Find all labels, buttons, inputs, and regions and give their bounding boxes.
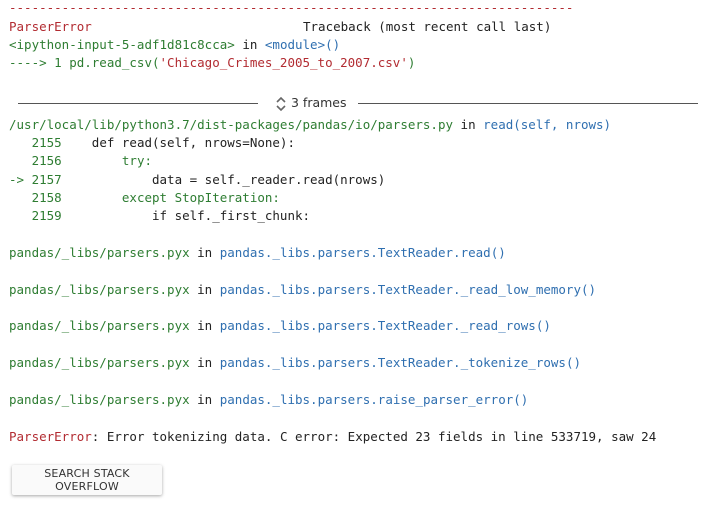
code-line: 2155 def read(self, nrows=None): <box>31 135 295 150</box>
frame-header: /usr/local/lib/python3.7/dist-packages/p… <box>9 117 612 132</box>
input-reference: <ipython-input-5-adf1d81c8cca> <box>9 37 235 52</box>
traceback-call-line: ----> 1 pd.read_csv('Chicago_Crimes_2005… <box>9 55 416 70</box>
code-line-current: -> 2157 data = self._reader.read(nrows) <box>9 172 386 187</box>
code-line: 2159 if self._first_chunk: <box>31 208 311 223</box>
frames-divider-right <box>358 103 698 104</box>
module-reference: <module>() <box>264 37 341 52</box>
traceback-title: Traceback (most recent call last) <box>303 19 552 34</box>
frames-divider-left <box>18 103 258 104</box>
frame-func: read <box>483 117 514 132</box>
unfold-icon <box>276 96 286 111</box>
cython-frame: pandas/_libs/parsers.pyx in pandas._libs… <box>9 318 551 333</box>
error-message: : Error tokenizing data. C error: Expect… <box>91 429 657 444</box>
cython-frame: pandas/_libs/parsers.pyx in pandas._libs… <box>9 282 597 297</box>
cython-frame: pandas/_libs/parsers.pyx in pandas._libs… <box>9 245 506 260</box>
error-type-final: ParserError <box>9 429 92 444</box>
frames-toggle[interactable]: 3 frames <box>275 95 347 112</box>
error-message-line: ParserError: Error tokenizing data. C er… <box>9 429 656 445</box>
code-line: 2156 try: <box>31 153 152 168</box>
frame-path: /usr/local/lib/python3.7/dist-packages/p… <box>9 117 454 132</box>
traceback-header: ParserError Traceback (most recent call l… <box>9 19 551 35</box>
traceback-input-line: <ipython-input-5-adf1d81c8cca> in <modul… <box>9 37 341 52</box>
cython-frame: pandas/_libs/parsers.pyx in pandas._libs… <box>9 355 581 370</box>
cython-frame: pandas/_libs/parsers.pyx in pandas._libs… <box>9 392 529 407</box>
error-type: ParserError <box>9 19 92 34</box>
frames-label: 3 frames <box>291 95 347 110</box>
traceback-separator: ----------------------------------------… <box>9 0 574 15</box>
filename-string: 'Chicago_Crimes_2005_to_2007.csv' <box>159 55 408 70</box>
code-line: 2158 except StopIteration: <box>31 190 280 205</box>
search-stack-overflow-button[interactable]: SEARCH STACK OVERFLOW <box>12 465 162 495</box>
